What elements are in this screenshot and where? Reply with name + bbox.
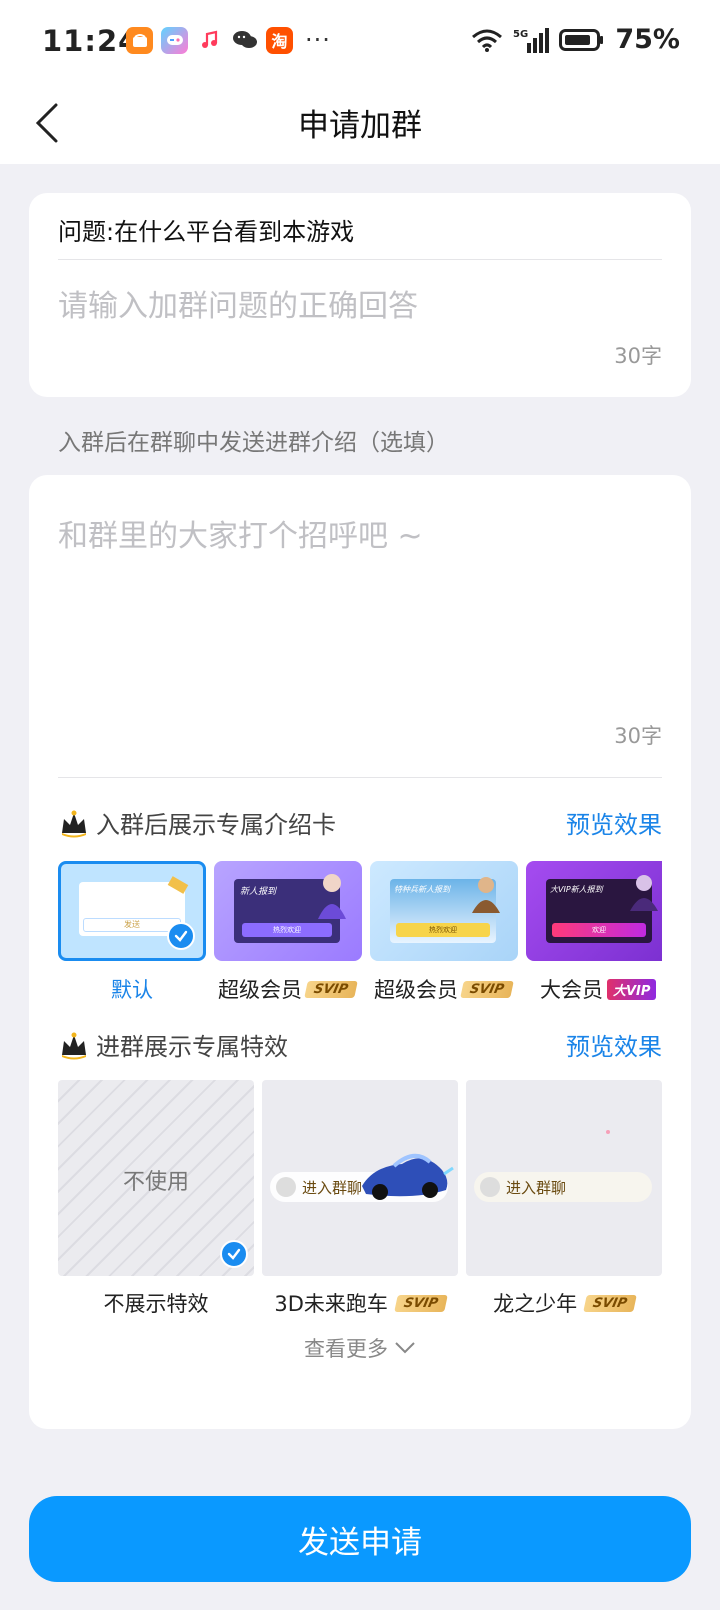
effect-section-title: 进群展示专属特效 <box>58 1027 288 1062</box>
status-bar: 11:24 淘 ··· 5G 75% <box>0 0 720 82</box>
intro-card-label-bigvip: 大会员 大VIP <box>540 974 662 1004</box>
character-art <box>472 877 500 913</box>
intro-section-label: 入群后在群聊中发送进群介绍（选填） <box>58 430 449 456</box>
see-more-button[interactable]: 查看更多 <box>29 1333 691 1363</box>
character-art <box>318 874 346 919</box>
avatar <box>276 1177 296 1197</box>
effect-preview-link[interactable]: 预览效果 <box>566 1027 662 1062</box>
card-thumb-caption: 大VIP新人报到 <box>550 885 603 894</box>
divider <box>58 777 662 778</box>
card-name: 大会员 <box>540 978 603 1002</box>
bigvip-badge: 大VIP <box>607 978 657 1000</box>
battery-percent: 75% <box>615 24 680 55</box>
music-icon <box>196 26 223 54</box>
effect-label-dragon: 龙之少年 SVIP <box>466 1288 662 1318</box>
effect-name: 3D未来跑车 <box>274 1292 388 1316</box>
avatar <box>480 1177 500 1197</box>
wechat-icon <box>231 26 258 54</box>
effect-label-3d-car: 3D未来跑车 SVIP <box>262 1288 458 1318</box>
answer-char-counter: 30字 <box>614 344 662 368</box>
intro-card-label-default: 默认 <box>111 978 153 1002</box>
intro-card-section-title: 入群后展示专属介绍卡 <box>58 805 336 840</box>
svip-badge: SVIP <box>460 980 514 998</box>
answer-input[interactable] <box>58 289 618 324</box>
game-center-icon <box>161 26 188 54</box>
intro-message-input[interactable] <box>58 511 658 711</box>
question-text: 问题:在什么平台看到本游戏 <box>58 218 355 246</box>
crown-icon <box>62 1032 86 1059</box>
signal-5g-icon: 5G <box>513 27 550 53</box>
intro-card-section-label: 入群后展示专属介绍卡 <box>96 811 336 839</box>
selected-check-icon <box>167 922 195 950</box>
effect-label-none: 不展示特效 <box>103 1292 209 1316</box>
join-chat-pill: 进入群聊 <box>474 1172 652 1202</box>
effect-option-3d-car[interactable]: 进入群聊 <box>262 1080 458 1276</box>
character-art <box>630 875 658 911</box>
wifi-icon <box>472 29 503 52</box>
taobao-icon: 淘 <box>266 26 293 54</box>
status-time: 11:24 <box>42 24 140 58</box>
effect-option-dragon[interactable]: 进入群聊 <box>466 1080 662 1276</box>
card-corner-ribbon <box>167 876 189 894</box>
intro-card: 30字 入群后展示专属介绍卡 预览效果 发送 默认 新人报到 热烈欢迎 <box>29 475 691 1429</box>
card-thumb-button: 发送 <box>83 918 181 932</box>
divider <box>58 259 662 260</box>
question-card: 问题:在什么平台看到本游戏 30字 <box>29 193 691 397</box>
intro-card-label-svip-1: 超级会员 SVIP <box>218 974 388 1004</box>
page-title: 申请加群 <box>298 108 422 144</box>
card-thumb-caption: 特种兵新人报到 <box>394 885 450 894</box>
nav-header: 申请加群 <box>0 82 720 164</box>
card-thumb-button: 热烈欢迎 <box>396 923 490 937</box>
intro-card-option-bigvip[interactable]: 大VIP新人报到 欢迎 <box>526 861 662 961</box>
card-thumb-caption: 新人报到 <box>240 887 277 897</box>
more-notifications-icon: ··· <box>305 26 331 54</box>
join-chat-text: 进入群聊 <box>302 1178 363 1197</box>
chevron-down-icon <box>395 1342 415 1354</box>
card-name: 超级会员 <box>374 978 458 1002</box>
card-thumb-button: 热烈欢迎 <box>242 923 332 937</box>
intro-card-option-default[interactable]: 发送 <box>58 861 206 961</box>
intro-card-option-svip-1[interactable]: 新人报到 热烈欢迎 <box>214 861 362 961</box>
effect-section-label: 进群展示专属特效 <box>96 1033 288 1061</box>
status-indicators: 5G 75% <box>471 24 680 55</box>
effect-option-none[interactable]: 不使用 <box>58 1080 254 1276</box>
notification-icons: 淘 ··· <box>126 26 331 54</box>
svg-text:5G: 5G <box>513 29 528 40</box>
send-request-button[interactable]: 发送申请 <box>29 1496 691 1582</box>
card-thumb-button: 欢迎 <box>552 923 646 937</box>
intro-card-label-svip-2: 超级会员 SVIP <box>374 974 544 1004</box>
crown-icon <box>62 810 86 837</box>
svip-badge: SVIP <box>583 1294 637 1312</box>
join-chat-text: 进入群聊 <box>506 1178 567 1197</box>
sports-car-icon <box>362 1154 454 1200</box>
svip-badge: SVIP <box>394 1294 448 1312</box>
intro-card-option-svip-2[interactable]: 特种兵新人报到 热烈欢迎 <box>370 861 518 961</box>
effect-none-text: 不使用 <box>122 1170 189 1195</box>
effect-options: 不使用 不展示特效 进入群聊 3D未来跑车 SVIP 进入群聊 龙之少年 SVI… <box>58 1080 662 1316</box>
intro-card-options: 发送 默认 新人报到 热烈欢迎 超级会员 SVIP 特种兵新人报到 热烈欢迎 超… <box>58 861 662 1006</box>
svip-badge: SVIP <box>304 980 358 998</box>
card-name: 超级会员 <box>218 978 302 1002</box>
taobao-gift-icon <box>126 26 153 54</box>
sparkle-dot <box>606 1130 610 1134</box>
intro-char-counter: 30字 <box>614 724 662 748</box>
effect-name: 龙之少年 <box>493 1292 578 1316</box>
selected-check-icon <box>220 1240 248 1268</box>
intro-card-preview-link[interactable]: 预览效果 <box>566 805 662 840</box>
battery-icon <box>559 28 604 51</box>
see-more-label: 查看更多 <box>304 1337 388 1361</box>
